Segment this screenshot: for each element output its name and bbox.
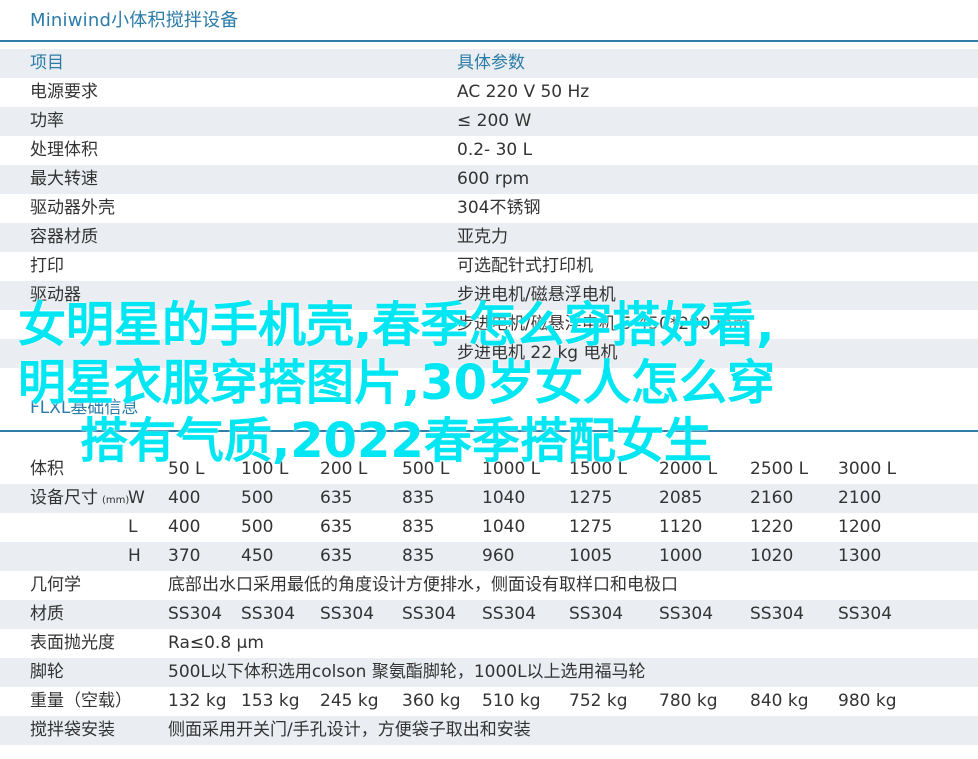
dim-axis-h: H <box>128 546 141 566</box>
spec-label: 打印 <box>30 256 64 276</box>
overlay-line-3: 搭有气质,2022春季搭配女生 <box>80 413 712 469</box>
material-value: SS304 <box>168 604 223 624</box>
dim-value: 1200 <box>838 517 882 537</box>
dim-value: 2085 <box>659 488 703 508</box>
dim-value: 500 <box>241 517 274 537</box>
dim-value: 1040 <box>482 488 526 508</box>
dim-value: 1275 <box>569 517 613 537</box>
dim-value: 635 <box>320 517 353 537</box>
dim-axis-l: L <box>128 517 138 537</box>
dim-value: 635 <box>320 546 353 566</box>
weight-value: 360 kg <box>402 691 461 711</box>
weight-value: 245 kg <box>320 691 379 711</box>
dim-value: 400 <box>168 517 201 537</box>
weight-value: 132 kg <box>168 691 227 711</box>
material-value: SS304 <box>402 604 457 624</box>
top-rule <box>0 40 978 42</box>
spec-label: 电源要求 <box>30 82 98 102</box>
dim-value: 835 <box>402 546 435 566</box>
dim-value: 2160 <box>750 488 794 508</box>
spec-value: 304不锈钢 <box>457 198 541 218</box>
dim-value: 960 <box>482 546 515 566</box>
material-value: SS304 <box>482 604 537 624</box>
spec-header-param: 具体参数 <box>457 53 525 73</box>
dim-value: 1275 <box>569 488 613 508</box>
weight-value: 980 kg <box>838 691 897 711</box>
weight-value: 840 kg <box>750 691 809 711</box>
flxl-label-bag: 搅拌袋安装 <box>30 720 115 740</box>
dim-value: 370 <box>168 546 201 566</box>
dim-value: 450 <box>241 546 274 566</box>
spec-value: 0.2- 30 L <box>457 140 533 160</box>
overlay-line-2: 明星衣服穿搭图片,30岁女人怎么穿 <box>18 355 776 411</box>
material-value: SS304 <box>838 604 893 624</box>
dim-value: 2100 <box>838 488 882 508</box>
weight-value: 780 kg <box>659 691 718 711</box>
spec-value: 600 rpm <box>457 169 530 189</box>
dim-value: 835 <box>402 517 435 537</box>
dim-axis-w: W <box>128 488 145 508</box>
dim-value: 1000 <box>659 546 703 566</box>
dim-value: 400 <box>168 488 201 508</box>
flxl-label-size: 设备尺寸 <box>30 488 98 508</box>
dim-value: 1040 <box>482 517 526 537</box>
weight-value: 752 kg <box>569 691 628 711</box>
spec-label: 功率 <box>30 111 64 131</box>
material-value: SS304 <box>569 604 624 624</box>
flxl-label-geometry: 几何学 <box>30 575 81 595</box>
spec-label: 处理体积 <box>30 140 98 160</box>
dim-value: 1020 <box>750 546 794 566</box>
geometry-text: 底部出水口采用最低的角度设计方便排水，侧面设有取样口和电极口 <box>168 575 678 595</box>
dim-value: 1220 <box>750 517 794 537</box>
spec-value: ≤ 200 W <box>457 111 532 131</box>
spec-header-item: 项目 <box>30 53 64 73</box>
spec-label: 驱动器外壳 <box>30 198 115 218</box>
page-title: Miniwind小体积搅拌设备 <box>30 10 239 31</box>
material-value: SS304 <box>241 604 296 624</box>
weight-value: 153 kg <box>241 691 300 711</box>
material-value: SS304 <box>320 604 375 624</box>
weight-value: 510 kg <box>482 691 541 711</box>
polish-text: Ra≤0.8 μm <box>168 633 264 653</box>
flxl-label-polish: 表面抛光度 <box>30 633 115 653</box>
flxl-label-wheels: 脚轮 <box>30 662 64 682</box>
spec-value: AC 220 V 50 Hz <box>457 82 590 102</box>
dim-value: 500 <box>241 488 274 508</box>
dim-value: 1300 <box>838 546 882 566</box>
flxl-label-material: 材质 <box>30 604 64 624</box>
spec-label: 最大转速 <box>30 169 98 189</box>
dim-value: 1005 <box>569 546 613 566</box>
bag-text: 侧面采用开关门/手孔设计，方便袋子取出和安装 <box>168 720 531 740</box>
wheels-text: 500L以下体积选用colson 聚氨酯脚轮，1000L以上选用福马轮 <box>168 662 646 682</box>
dim-value: 1120 <box>659 517 703 537</box>
flxl-label-weight: 重量（空载） <box>30 691 132 711</box>
dim-value: 835 <box>402 488 435 508</box>
material-value: SS304 <box>659 604 714 624</box>
size-unit: (mm) <box>102 495 130 506</box>
spec-value: 可选配针式打印机 <box>457 256 593 276</box>
spec-value: 亚克力 <box>457 227 508 247</box>
overlay-text: 女明星的手机壳,春季怎么穿搭好看, 明星衣服穿搭图片,30岁女人怎么穿 搭有气质… <box>18 296 968 470</box>
overlay-line-1: 女明星的手机壳,春季怎么穿搭好看, <box>18 297 775 353</box>
dim-value: 635 <box>320 488 353 508</box>
spec-label: 容器材质 <box>30 227 98 247</box>
material-value: SS304 <box>750 604 805 624</box>
